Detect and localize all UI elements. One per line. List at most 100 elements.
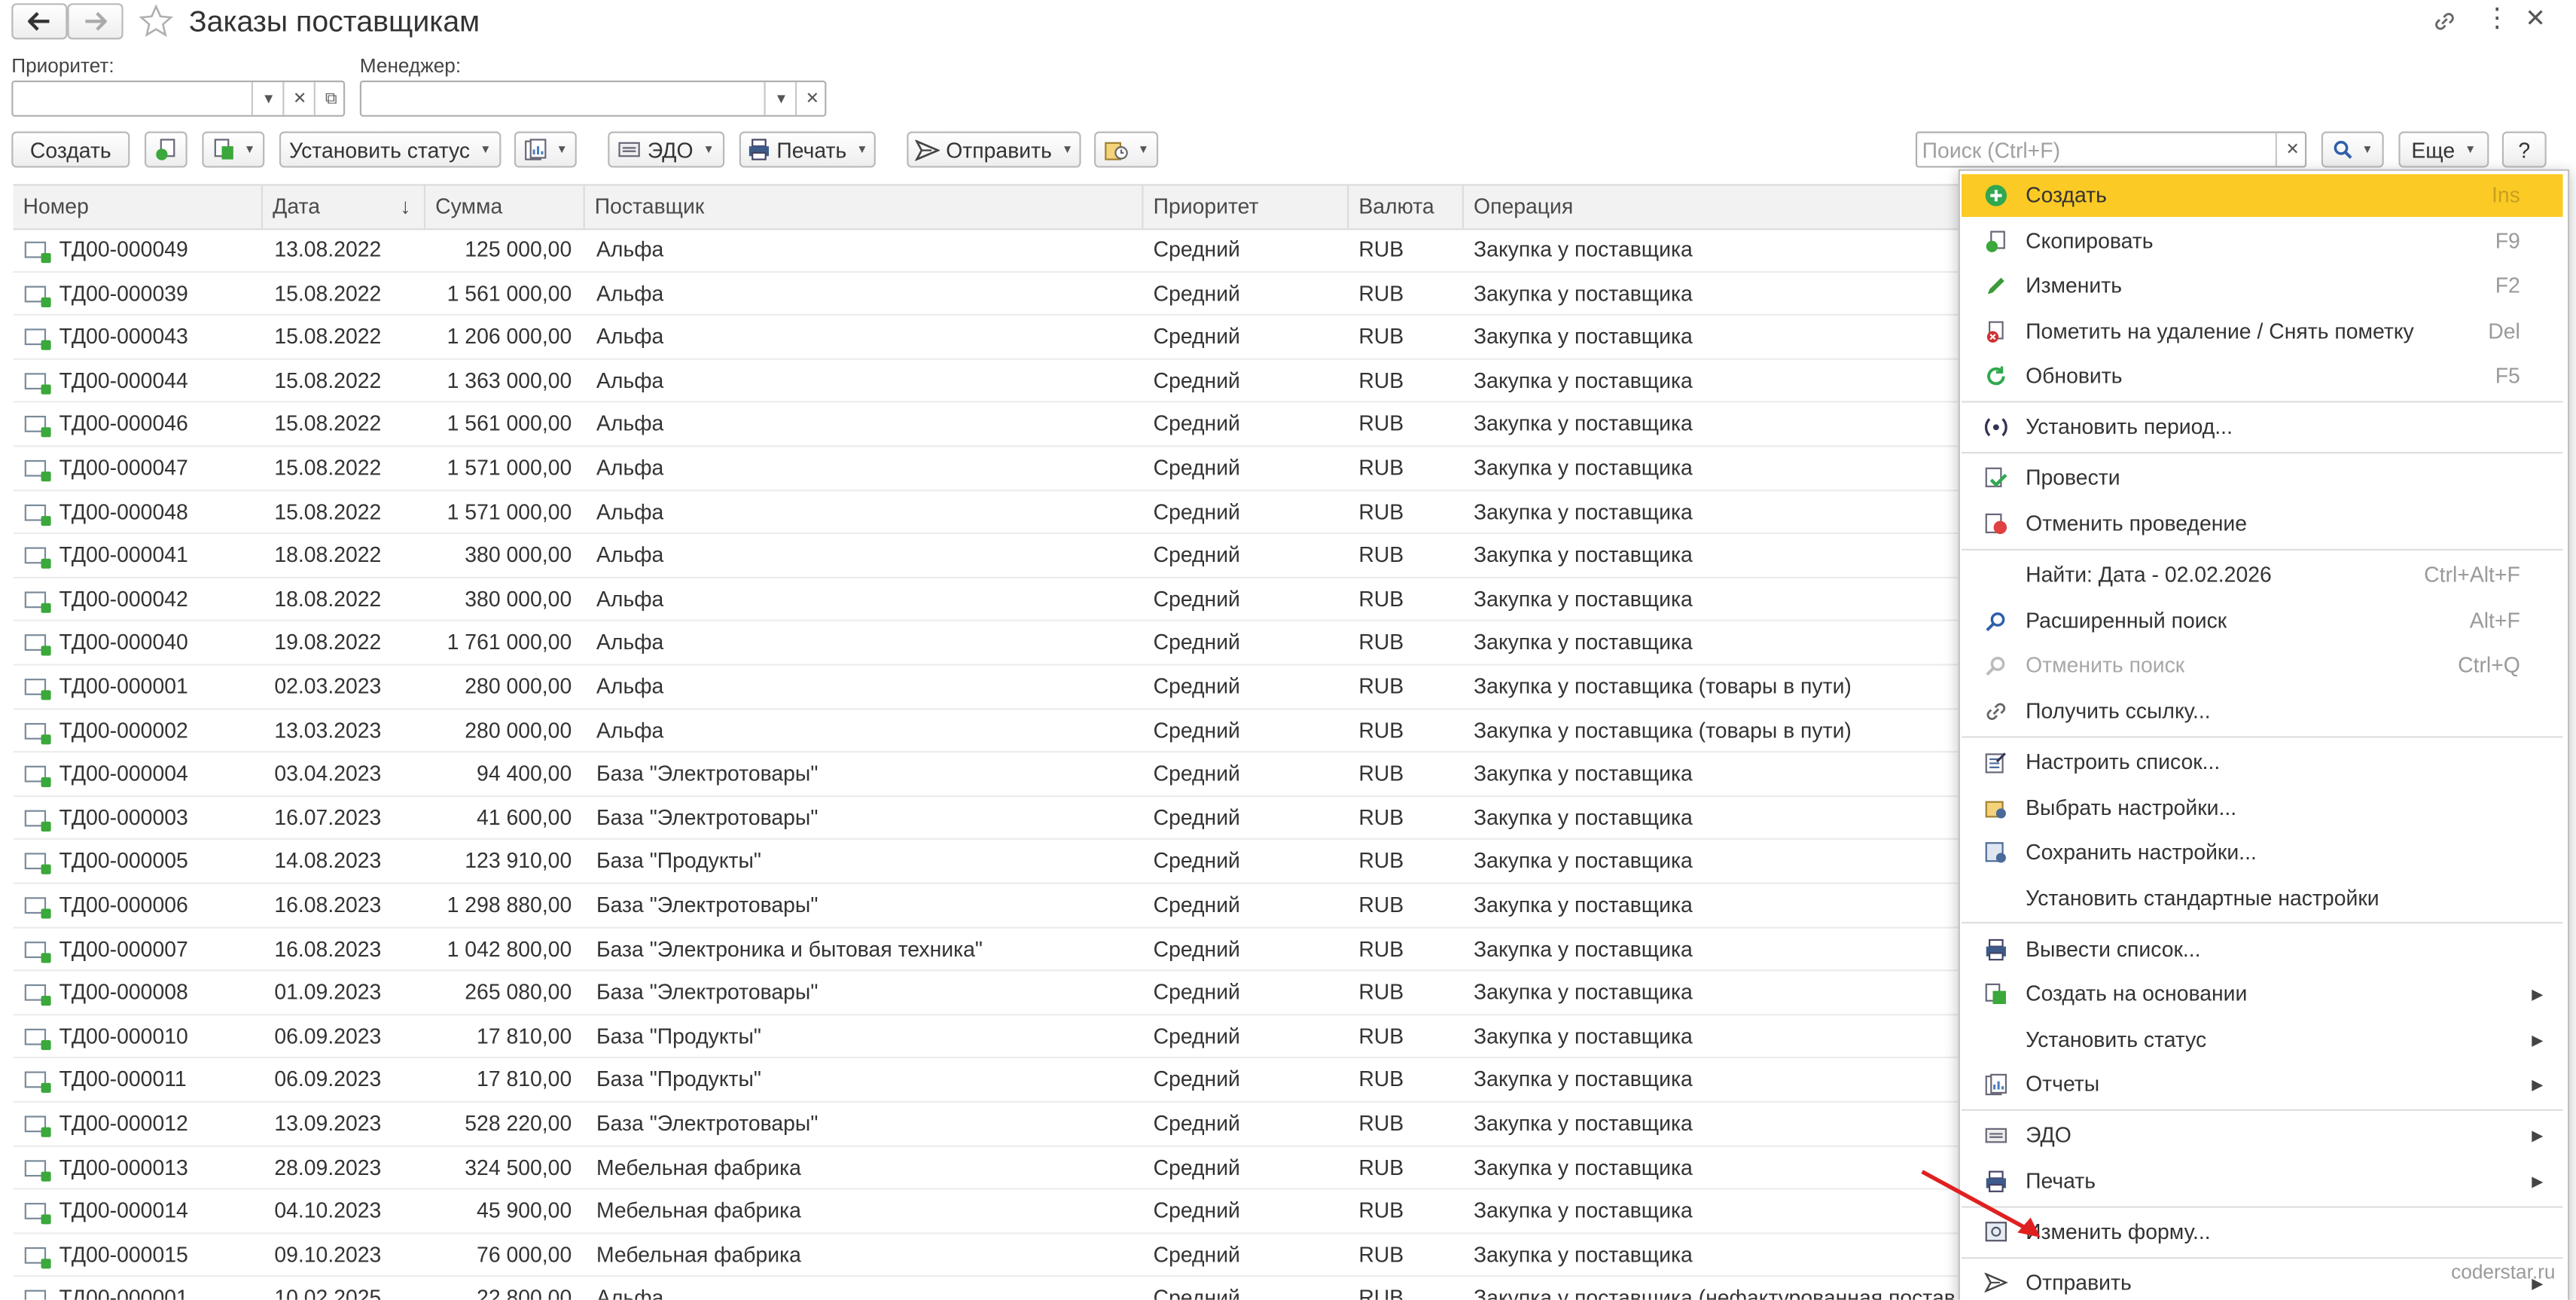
manager-dropdown-button[interactable]: ▾ <box>764 82 797 115</box>
menu-item-8[interactable]: Отменить проведение <box>1962 502 2563 545</box>
copy-icon <box>156 139 175 160</box>
table-row[interactable]: ТД00-000012 13.09.2023 528 220,00 База "Эле… <box>13 1103 1968 1146</box>
menu-item-1[interactable]: Создать Ins <box>1962 174 2563 217</box>
menu-item-6[interactable]: Установить период... <box>1962 406 2563 449</box>
forward-button[interactable] <box>67 3 123 40</box>
menu-item-16[interactable]: Установить стандартные настройки <box>1962 877 2563 920</box>
menu-item-9[interactable]: Найти: Дата - 02.02.2026 Ctrl+Alt+F <box>1962 554 2563 597</box>
table-row[interactable]: ТД00-000008 01.09.2023 265 080,00 База "Эле… <box>13 972 1968 1015</box>
table-row[interactable]: ТД00-000046 15.08.2022 1 561 000,00 Альфа Ср… <box>13 403 1968 447</box>
priority-clear-button[interactable]: ✕ <box>282 82 316 115</box>
cell-supplier: База "Электротовары" <box>596 804 819 830</box>
table-row[interactable]: ТД00-000047 15.08.2022 1 571 000,00 Альфа Ср… <box>13 447 1968 491</box>
search-clear-button[interactable]: ✕ <box>2275 133 2309 166</box>
menu-item-label: Установить стандартные настройки <box>2026 884 2379 910</box>
menu-item-20[interactable]: Отчеты ▶ <box>1962 1063 2563 1106</box>
table-row[interactable]: ТД00-000007 16.08.2023 1 042 800,00 База "Э… <box>13 928 1968 972</box>
set-status-button[interactable]: Установить статус ▼ <box>279 131 501 168</box>
cell-operation: Закупка у поставщика <box>1474 1198 1693 1223</box>
column-number[interactable]: Номер <box>13 185 264 229</box>
table-row[interactable]: ТД00-000001 02.03.2023 280 000,00 Альфа Сред… <box>13 666 1968 710</box>
cell-amount: 1 363 000,00 <box>447 368 572 392</box>
cell-date: 16.08.2023 <box>274 892 382 917</box>
cell-priority: Средний <box>1153 673 1240 699</box>
priority-field[interactable]: ▾ ✕ ⧉ <box>11 80 347 117</box>
priority-dropdown-button[interactable]: ▾ <box>251 82 285 115</box>
table-row[interactable]: ТД00-000044 15.08.2022 1 363 000,00 Альфа Ср… <box>13 359 1968 404</box>
table-row[interactable]: ТД00-000001 10.02.2025 22 800,00 Альфа Средн… <box>13 1277 1968 1300</box>
menu-item-4[interactable]: Пометить на удаление / Снять пометку Del <box>1962 310 2563 352</box>
menu-item-15[interactable]: Сохранить настройки... <box>1962 832 2563 874</box>
column-supplier[interactable]: Поставщик <box>585 185 1144 229</box>
create-button[interactable]: Создать <box>11 131 130 168</box>
manager-clear-button[interactable]: ✕ <box>794 82 828 115</box>
column-operation[interactable]: Операция <box>1464 186 1968 229</box>
save-settings-icon <box>1985 841 2008 865</box>
menu-item-label: Получить ссылку... <box>2026 697 2211 722</box>
more-vertical-icon[interactable]: ⋮ <box>2484 5 2510 35</box>
menu-item-5[interactable]: Обновить F5 <box>1962 355 2563 398</box>
copy-button[interactable] <box>144 131 187 168</box>
menu-item-14[interactable]: Выбрать настройки... <box>1962 786 2563 829</box>
table-row[interactable]: ТД00-000041 18.08.2022 380 000,00 Альфа Сред… <box>13 534 1968 578</box>
help-button[interactable]: ? <box>2501 131 2547 168</box>
column-currency[interactable]: Валюта <box>1349 185 1464 229</box>
document-posted-icon <box>24 679 51 700</box>
menu-item-3[interactable]: Изменить F2 <box>1962 264 2563 307</box>
table-row[interactable]: ТД00-000010 06.09.2023 17 810,00 База "Прод… <box>13 1015 1968 1059</box>
column-priority[interactable]: Приоритет <box>1144 185 1349 229</box>
cell-number: ТД00-000010 <box>59 1023 188 1048</box>
manager-field[interactable]: ▾ ✕ <box>359 80 828 117</box>
cell-currency: RUB <box>1358 324 1404 349</box>
table-row[interactable]: ТД00-000004 03.04.2023 94 400,00 База "Элек… <box>13 753 1968 797</box>
menu-item-17[interactable]: Вывести список... <box>1962 928 2563 971</box>
link-icon[interactable] <box>2431 8 2458 35</box>
table-row[interactable]: ТД00-000042 18.08.2022 380 000,00 Альфа Сред… <box>13 578 1968 622</box>
table-row[interactable]: ТД00-000014 04.10.2023 45 900,00 Мебельная … <box>13 1190 1968 1234</box>
menu-item-10[interactable]: Расширенный поиск Alt+F <box>1962 599 2563 642</box>
tasks-button[interactable]: ▼ <box>1094 131 1159 168</box>
cell-supplier: Мебельная фабрика <box>596 1154 801 1179</box>
copy-icon <box>1985 229 2008 252</box>
menu-item-12[interactable]: Получить ссылку... <box>1962 689 2563 732</box>
send-button[interactable]: Отправить ▼ <box>907 131 1081 168</box>
table-row[interactable]: ТД00-000049 13.08.2022 125 000,00 Альфа Сред… <box>13 228 1968 273</box>
table-row[interactable]: ТД00-000003 16.07.2023 41 600,00 База "Элек… <box>13 797 1968 841</box>
create-based-button[interactable]: ▼ <box>202 131 265 168</box>
menu-item-11[interactable]: Отменить поиск Ctrl+Q <box>1962 644 2563 687</box>
table-row[interactable]: ТД00-000015 09.10.2023 76 000,00 Мебельная … <box>13 1234 1968 1278</box>
menu-separator <box>1962 1109 2563 1111</box>
menu-item-18[interactable]: Создать на основании ▶ <box>1962 973 2563 1016</box>
table-row[interactable]: ТД00-000039 15.08.2022 1 561 000,00 Альфа Ср… <box>13 272 1968 316</box>
search-options-button[interactable]: ▼ <box>2321 131 2384 168</box>
close-icon[interactable]: ✕ <box>2525 5 2545 35</box>
menu-item-21[interactable]: ЭДО ▶ <box>1962 1114 2563 1157</box>
reports-button[interactable]: ▼ <box>514 131 577 168</box>
table-row[interactable]: ТД00-000043 15.08.2022 1 206 000,00 Альфа Ср… <box>13 316 1968 360</box>
menu-item-7[interactable]: Провести <box>1962 457 2563 500</box>
cell-date: 10.02.2025 <box>274 1285 382 1300</box>
menu-item-19[interactable]: Установить статус ▶ <box>1962 1018 2563 1061</box>
table-row[interactable]: ТД00-000040 19.08.2022 1 761 000,00 Альфа Ср… <box>13 622 1968 666</box>
more-button[interactable]: Еще ▼ <box>2398 131 2489 168</box>
table-row[interactable]: ТД00-000005 14.08.2023 123 910,00 База "Про… <box>13 841 1968 884</box>
print-button[interactable]: Печать ▼ <box>739 131 876 168</box>
table-row[interactable]: ТД00-000011 06.09.2023 17 810,00 База "Прод… <box>13 1059 1968 1103</box>
cell-date: 15.08.2022 <box>274 499 382 524</box>
menu-item-label: Установить статус <box>2026 1026 2207 1051</box>
edo-button[interactable]: ЭДО ▼ <box>608 131 725 168</box>
column-amount[interactable]: Сумма <box>425 185 585 229</box>
column-date[interactable]: Дата ↓ <box>263 185 426 229</box>
table-row[interactable]: ТД00-000048 15.08.2022 1 571 000,00 Альфа Ср… <box>13 490 1968 535</box>
menu-item-13[interactable]: Настроить список... <box>1962 741 2563 784</box>
cell-operation: Закупка у поставщика <box>1474 630 1693 655</box>
table-row[interactable]: ТД00-000006 16.08.2023 1 298 880,00 База "Э… <box>13 884 1968 928</box>
table-row[interactable]: ТД00-000002 13.03.2023 280 000,00 Альфа Сред… <box>13 710 1968 753</box>
menu-item-2[interactable]: Скопировать F9 <box>1962 219 2563 262</box>
table-row[interactable]: ТД00-000013 28.09.2023 324 500,00 Мебельная… <box>13 1146 1968 1191</box>
star-favorite-icon[interactable] <box>138 3 174 39</box>
priority-open-button[interactable]: ⧉ <box>313 82 347 115</box>
search-input[interactable]: Поиск (Ctrl+F) ✕ <box>1915 131 2309 168</box>
cell-currency: RUB <box>1358 717 1404 743</box>
back-button[interactable] <box>11 3 68 40</box>
